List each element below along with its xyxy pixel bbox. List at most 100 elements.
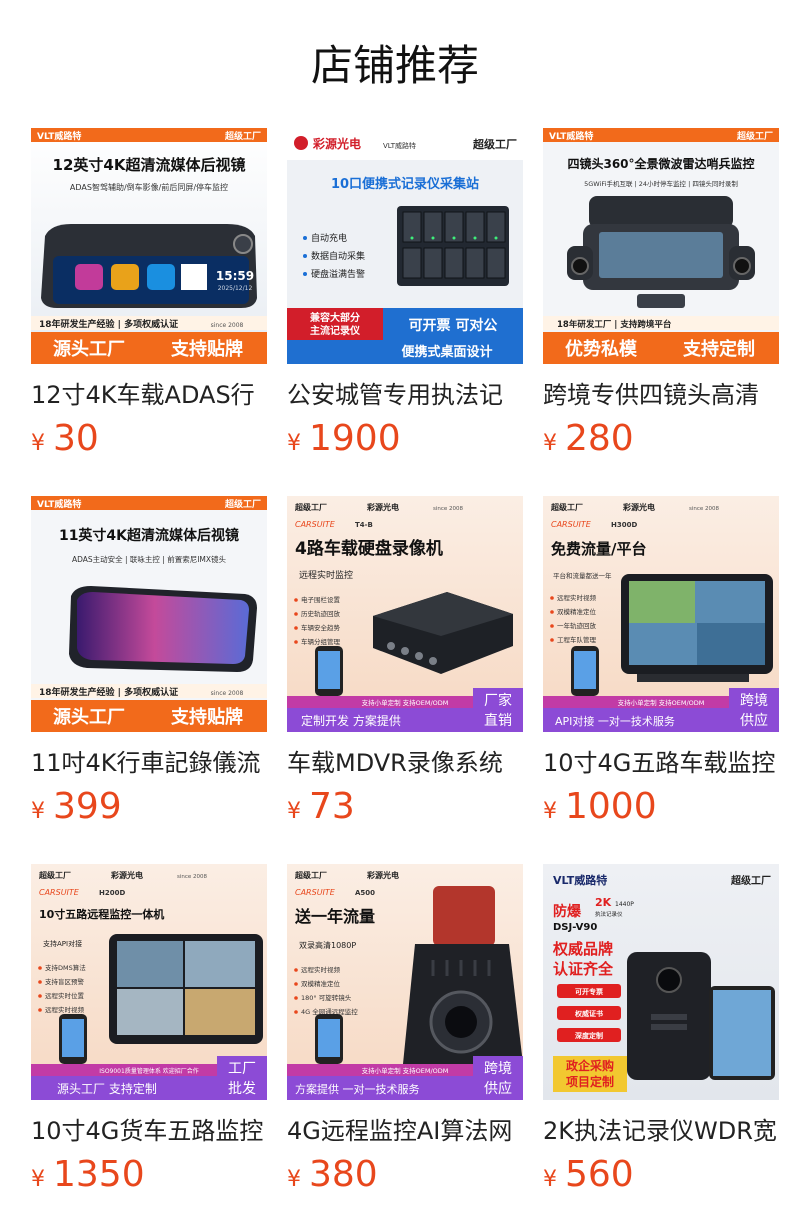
feature-item: 支持盲区预警 (45, 977, 85, 986)
blue-banner-line: 便携式桌面设计 (401, 344, 492, 360)
red-title: 防爆 (553, 903, 582, 920)
product-price: ¥1900 (287, 414, 401, 464)
product-name[interactable]: 2K执法记录仪WDR宽 (543, 1114, 779, 1148)
product-image[interactable]: 超级工厂 彩源光电 since 2008 CARSUITE T4-B 4路车载硬… (287, 496, 523, 732)
promo-strip: 支持小单定制 支持OEM/ODM (618, 698, 705, 707)
currency-symbol: ¥ (287, 799, 301, 824)
brand-logo-text: VLT威路特 (549, 130, 593, 142)
corner-badge-line: 供应 (740, 712, 768, 729)
feature-item: 车辆安全趋势 (301, 623, 341, 632)
product-image[interactable]: 彩源光电 VLT威路特 超级工厂 10口便携式记录仪采集站 自动充电 数据自动采… (287, 128, 523, 364)
series-text: CARSUITE (295, 888, 336, 897)
image-subline: 平台和流量都送一年 (553, 571, 612, 580)
product-name[interactable]: 公安城管专用执法记 (287, 378, 523, 412)
feature-item: 硬盘溢满告警 (311, 268, 365, 280)
feature-item: 工程车队管理 (557, 635, 597, 644)
image-headline: 10寸五路远程监控一体机 (39, 907, 164, 921)
image-subline: ADAS智驾辅助/倒车影像/前后同屏/停车监控 (70, 182, 228, 192)
image-subline: 远程实时监控 (299, 569, 353, 581)
currency-symbol: ¥ (31, 1167, 45, 1192)
product-image[interactable]: VLT威路特 超级工厂 防爆 2K 1440P 执法记录仪 DSJ-V90 权威… (543, 864, 779, 1100)
product-image[interactable]: 超级工厂 彩源光电 CARSUITE A500 送一年流量 双录高清1080P … (287, 864, 523, 1100)
currency-symbol: ¥ (543, 1167, 557, 1192)
model-text: H200D (99, 889, 125, 897)
feature-pill: 可开专票 (575, 987, 603, 996)
footer-left: 源头工厂 (53, 706, 125, 728)
series-text: CARSUITE (39, 888, 80, 897)
feature-item: 一年轨迹回放 (557, 621, 597, 630)
product-price: ¥30 (31, 414, 99, 464)
since-text: since 2008 (211, 690, 244, 697)
brand-logo-text: 彩源光电 (622, 502, 655, 512)
image-headline: 认证齐全 (553, 960, 614, 978)
super-factory-text: 超级工厂 (472, 137, 517, 151)
currency-symbol: ¥ (31, 799, 45, 824)
image-headline: 10口便携式记录仪采集站 (331, 176, 479, 192)
image-headline: 免费流量/平台 (551, 540, 646, 558)
product-image[interactable]: VLT威路特 超级工厂 四镜头360°全景微波雷达哨兵监控 5GWiFi手机互联… (543, 128, 779, 364)
currency-symbol: ¥ (31, 431, 45, 456)
since-text: since 2008 (433, 506, 464, 512)
product-price: ¥560 (543, 1150, 634, 1200)
feature-item: 180° 可旋转镜头 (301, 993, 352, 1002)
product-price: ¥1000 (543, 782, 657, 832)
super-factory-text: 超级工厂 (730, 874, 771, 887)
price-value: 560 (565, 1154, 634, 1195)
since-text: since 2008 (211, 322, 244, 329)
product-name[interactable]: 车载MDVR录像系统 (287, 746, 523, 780)
product-price: ¥399 (31, 782, 122, 832)
super-factory-text: 超级工厂 (550, 502, 583, 512)
product-name[interactable]: 12寸4K车载ADAS行 (31, 378, 267, 412)
super-factory-text: 超级工厂 (294, 502, 327, 512)
corner-badge-line: 供应 (484, 1080, 512, 1097)
corner-badge-line: 批发 (228, 1081, 256, 1097)
feature-item: 远程实时视频 (557, 593, 597, 602)
series-text: CARSUITE (295, 520, 336, 529)
model-text: H300D (611, 521, 637, 529)
price-value: 73 (309, 786, 355, 827)
product-name[interactable]: 4G远程监控AI算法网 (287, 1114, 523, 1148)
currency-symbol: ¥ (287, 1167, 301, 1192)
promo-strip: 支持小单定制 支持OEM/ODM (362, 1066, 449, 1075)
product-name[interactable]: 11吋4K行車記錄儀流 (31, 746, 267, 780)
footer-right: 支持贴牌 (170, 706, 243, 728)
product-name[interactable]: 10寸4G货车五路监控 (31, 1114, 267, 1148)
series-text: CARSUITE (551, 520, 592, 529)
product-name[interactable]: 跨境专供四镜头高清 (543, 378, 779, 412)
feature-item: 历史轨迹回放 (301, 609, 341, 618)
product-name[interactable]: 10寸4G五路车载监控 (543, 746, 779, 780)
corner-badge-line: 厂家 (484, 692, 512, 709)
footer-left: 方案提供 一对一技术服务 (295, 1082, 420, 1096)
price-value: 1900 (309, 418, 401, 459)
corner-badge-line: 跨境 (740, 693, 768, 709)
resolution-text: 2K (595, 896, 612, 909)
super-factory-text: 超级工厂 (294, 870, 327, 880)
brand-logo-text: VLT威路特 (553, 873, 607, 887)
feature-item: 双模精准定位 (557, 607, 597, 616)
footer-left: 优势私模 (565, 338, 638, 360)
price-value: 1000 (565, 786, 657, 827)
corner-badge-line: 直销 (484, 712, 512, 729)
resolution-sub: 1440P (615, 901, 634, 908)
brand-logo-text: 彩源光电 (312, 136, 361, 151)
feature-item: 远程实时视频 (301, 965, 341, 974)
category-text: 执法记录仪 (595, 910, 623, 918)
price-value: 399 (53, 786, 122, 827)
currency-symbol: ¥ (543, 431, 557, 456)
super-factory-text: 超级工厂 (38, 870, 71, 880)
product-image[interactable]: 超级工厂 彩源光电 since 2008 CARSUITE H200D 10寸五… (31, 864, 267, 1100)
product-image[interactable]: VLT威路特 超级工厂 12英寸4K超清流媒体后视镜 ADAS智驾辅助/倒车影像… (31, 128, 267, 364)
brand-logo-text: VLT威路特 (37, 130, 81, 142)
model-text: T4-B (355, 521, 373, 529)
screen-time: 15:59 (216, 269, 254, 283)
product-price: ¥380 (287, 1150, 378, 1200)
product-image[interactable]: VLT威路特 超级工厂 11英寸4K超清流媒体后视镜 ADAS主动安全 | 联咏… (31, 496, 267, 732)
footer-left: API对接 一对一技术服务 (555, 714, 675, 728)
product-price: ¥73 (287, 782, 355, 832)
image-subline: 支持API对接 (43, 939, 82, 948)
image-headline: 4路车载硬盘录像机 (295, 538, 443, 559)
product-image[interactable]: 超级工厂 彩源光电 since 2008 CARSUITE H300D 免费流量… (543, 496, 779, 732)
price-value: 30 (53, 418, 99, 459)
currency-symbol: ¥ (543, 799, 557, 824)
image-subline: 双录高清1080P (299, 940, 356, 950)
